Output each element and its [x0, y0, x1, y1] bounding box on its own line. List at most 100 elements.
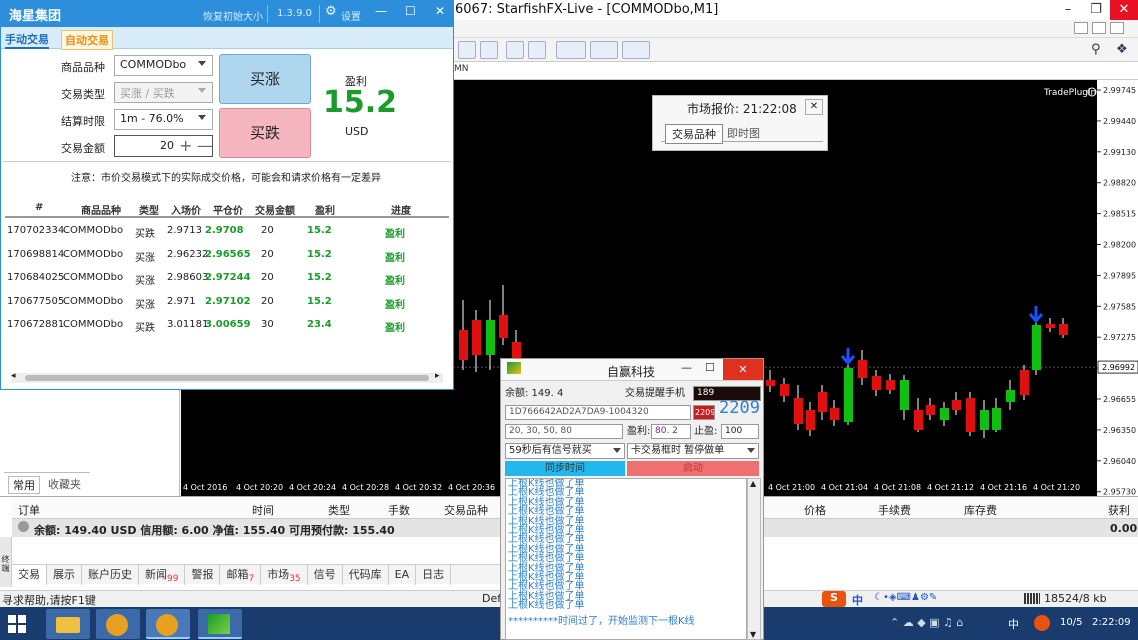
settings-link[interactable]: 设置 [341, 8, 361, 23]
child-restore-icon[interactable] [1092, 22, 1106, 34]
sync-time-button[interactable]: 同步时间 [505, 461, 625, 476]
app-icon-1[interactable] [96, 609, 140, 639]
col-profit[interactable]: 获利 [1108, 502, 1130, 518]
minimize-icon[interactable]: – [1054, 0, 1082, 20]
scroll-right-icon[interactable]: ▸ [435, 371, 440, 381]
app-icon-2[interactable] [146, 609, 190, 639]
chart-shift-icon[interactable] [528, 41, 546, 59]
terminal-tab[interactable]: 警报 [185, 565, 221, 585]
col-amount[interactable]: 交易金额 [255, 202, 295, 217]
col-swap[interactable]: 库存费 [964, 502, 997, 518]
order-row[interactable]: 170677505 COMMODbo 买涨 2.971 2.97102 20 15.2 盈利 [5, 296, 449, 314]
nav-tab-favorites[interactable]: 收藏夹 [48, 476, 81, 492]
col-symbol[interactable]: 商品品种 [81, 202, 121, 217]
panel-minimize-icon[interactable]: — [375, 4, 387, 18]
start-button[interactable]: 启动 [627, 461, 759, 476]
tab-auto-trade[interactable]: 自动交易 [61, 30, 113, 50]
terminal-tab[interactable]: 展示 [47, 565, 82, 585]
start-windows-icon[interactable] [8, 615, 26, 633]
terminal-tab[interactable]: 市场35 [261, 565, 308, 585]
child-close-icon[interactable] [1110, 22, 1124, 34]
expiry-select[interactable]: 1m - 76.0% [114, 109, 213, 130]
tray-ime[interactable]: 中 [1008, 616, 1019, 632]
col-entry[interactable]: 入场价 [171, 202, 201, 217]
col-type[interactable]: 类型 [328, 502, 350, 518]
tile-icon[interactable] [480, 41, 498, 59]
search-icon[interactable]: ⚲ [1091, 42, 1101, 57]
terminal-tab[interactable]: 交易 [12, 565, 47, 585]
col-profit[interactable]: 盈利 [315, 202, 335, 217]
zy-code-field[interactable]: 1D766642AD2A7DA9-1004320 [505, 405, 691, 420]
terminal-tab[interactable]: 新闻99 [139, 565, 186, 585]
terminal-tab[interactable]: 邮箱7 [220, 565, 262, 585]
scrollbar-thumb[interactable] [25, 375, 429, 381]
col-commission[interactable]: 手续费 [878, 502, 911, 518]
terminal-tab[interactable]: 代码库 [343, 565, 389, 585]
terminal-tab[interactable]: 日志 [416, 565, 452, 585]
ime-mode[interactable]: 中 [852, 592, 863, 608]
mt4-taskbar-icon[interactable] [198, 609, 242, 639]
tab-tick-chart[interactable]: 即时图 [727, 125, 760, 141]
symbol-select[interactable]: COMMODbo [114, 55, 213, 76]
autoscroll-icon[interactable] [506, 41, 524, 59]
scroll-up-icon[interactable]: ▲ [750, 479, 756, 488]
col-lots[interactable]: 手数 [388, 502, 410, 518]
col-progress[interactable]: 进度 [391, 202, 411, 217]
period-mn[interactable]: MN [454, 64, 469, 74]
terminal-side-label[interactable]: 终端 [0, 537, 12, 587]
buy-down-button[interactable]: 买跌 [219, 108, 311, 158]
ziying-close-icon[interactable]: ✕ [723, 359, 763, 380]
ziying-minimize-icon[interactable]: — [681, 361, 692, 374]
restore-icon[interactable]: ❐ [1082, 0, 1110, 20]
zy-log-scrollbar[interactable]: ▲ ▼ [747, 478, 761, 640]
templates-icon[interactable] [622, 41, 650, 59]
scroll-down-icon[interactable]: ▼ [750, 630, 756, 639]
col-price[interactable]: 价格 [804, 502, 826, 518]
col-symbol[interactable]: 交易品种 [444, 502, 488, 518]
zy-pause-select[interactable]: 卡交易框时 暂停做单 [627, 443, 759, 459]
col-time[interactable]: 时间 [252, 502, 274, 518]
tray-sogou-icon[interactable] [1034, 615, 1050, 631]
gear-icon[interactable]: ⚙ [325, 4, 337, 19]
zoom-out-icon[interactable] [458, 41, 476, 59]
close-icon[interactable]: ✕ [1110, 0, 1138, 20]
tray-icons[interactable]: ⌃ ☁ ◆ ▣ ♫ ⌂ [890, 616, 963, 629]
tab-symbols[interactable]: 交易品种 [665, 124, 723, 144]
zy-signal-select[interactable]: 59秒后有信号就买 [505, 443, 625, 459]
order-row[interactable]: 170702334 COMMODbo 买跌 2.9713 2.9708 20 15.2 盈利 [5, 225, 449, 243]
buy-up-button[interactable]: 买涨 [219, 54, 311, 104]
order-row[interactable]: 170698814 COMMODbo 买涨 2.96232 2.96565 20 15.2 盈… [5, 249, 449, 267]
horizontal-scrollbar[interactable]: ◂ ▸ [11, 371, 443, 383]
market-watch-close-icon[interactable]: ✕ [805, 99, 823, 115]
minus-icon[interactable]: — [197, 136, 213, 155]
zy-stop-field[interactable]: 100 [721, 424, 759, 439]
nav-tab-common[interactable]: 常用 [8, 476, 40, 494]
panel-maximize-icon[interactable]: ☐ [405, 4, 416, 18]
periods-icon[interactable] [590, 41, 618, 59]
plus-icon[interactable]: + [179, 136, 192, 155]
file-explorer-icon[interactable] [46, 609, 90, 639]
scroll-left-icon[interactable]: ◂ [11, 371, 16, 381]
terminal-tab[interactable]: EA [389, 565, 417, 585]
terminal-tab[interactable]: 账户历史 [82, 565, 139, 585]
zy-amount-list[interactable]: 20, 30, 50, 80 [505, 424, 623, 439]
restore-size-link[interactable]: 恢复初始大小 [203, 8, 263, 23]
panel-close-icon[interactable]: ✕ [435, 4, 445, 18]
child-minimize-icon[interactable] [1074, 22, 1088, 34]
tray-time[interactable]: 2:22:09 [1092, 617, 1131, 628]
type-select[interactable]: 买涨 / 买跌 [114, 82, 213, 103]
sogou-ime-icon[interactable]: S [822, 591, 846, 607]
col-close[interactable]: 平仓价 [213, 202, 243, 217]
terminal-tab[interactable]: 信号 [308, 565, 343, 585]
ime-tool-icons[interactable]: ☾•◈⌨♟⚙✎ [874, 592, 937, 603]
community-icon[interactable]: ❖ [1116, 42, 1128, 57]
col-id[interactable]: # [35, 202, 43, 213]
tab-manual-trade[interactable]: 手动交易 [5, 31, 49, 49]
ziying-maximize-icon[interactable]: ☐ [705, 361, 715, 374]
indicators-icon[interactable] [556, 41, 586, 59]
zy-profit-field[interactable]: 80. 2 [651, 424, 691, 439]
col-type[interactable]: 类型 [139, 202, 159, 217]
order-row[interactable]: 170672881 COMMODbo 买跌 3.01181 3.00659 30 23.4 盈… [5, 319, 449, 337]
col-order[interactable]: 订单 [18, 502, 40, 518]
order-row[interactable]: 170684025 COMMODbo 买涨 2.98603 2.97244 20 15.2 盈… [5, 272, 449, 290]
